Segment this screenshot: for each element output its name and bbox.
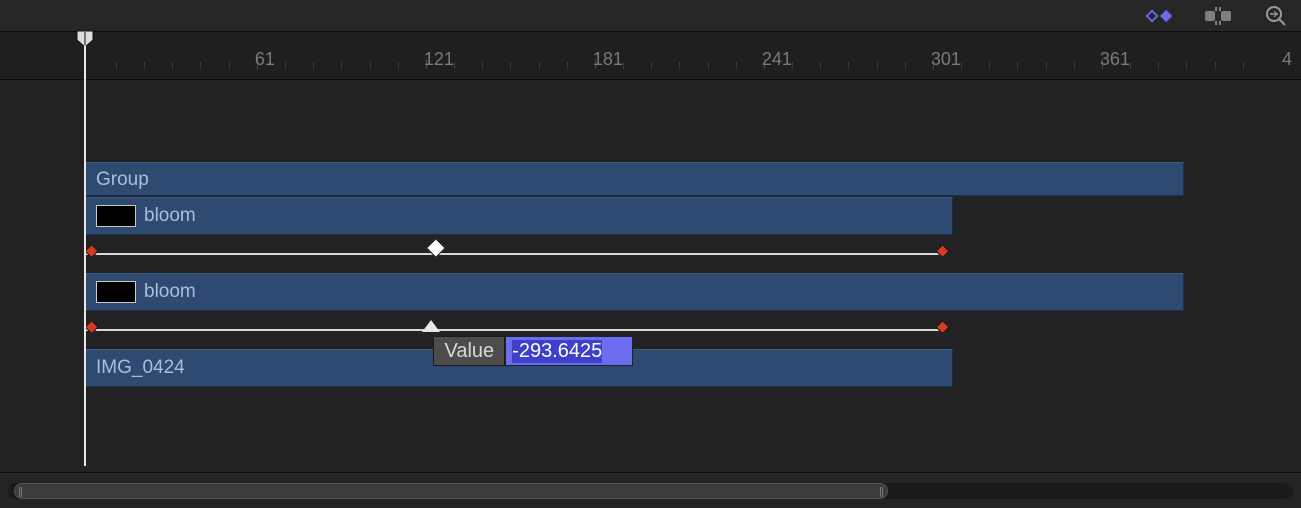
ruler-tick-minor	[341, 62, 342, 69]
ruler-tick-minor	[370, 62, 371, 69]
scrollbar-handle-left[interactable]	[19, 487, 22, 497]
clip-thumbnail	[96, 205, 136, 227]
ruler-tick-minor	[877, 62, 878, 69]
zoom-icon[interactable]	[1261, 4, 1291, 28]
ruler-label: 121	[424, 49, 454, 70]
keyframe-edge[interactable]	[935, 244, 949, 258]
ruler-label: 241	[762, 49, 792, 70]
ruler-tick-minor	[144, 62, 145, 69]
ruler-label: 181	[593, 49, 623, 70]
ruler-tick-minor	[313, 62, 314, 69]
ruler-tick-minor	[736, 62, 737, 69]
ruler-tick-minor	[172, 62, 173, 69]
keyframe-line	[85, 329, 939, 331]
ruler-label: 61	[255, 49, 275, 70]
keyframe-edge[interactable]	[84, 320, 98, 334]
ruler-tick-minor	[623, 62, 624, 69]
ruler-tick-minor	[229, 62, 230, 69]
playhead-marker[interactable]	[76, 30, 94, 48]
ruler-label: 4	[1282, 49, 1292, 70]
clip-label: bloom	[144, 205, 196, 227]
ruler-tick-minor	[454, 62, 455, 69]
scrollbar-handle-right[interactable]	[880, 487, 883, 497]
snapping-icon[interactable]	[1203, 4, 1233, 28]
keyframe-value-input[interactable]	[505, 336, 633, 366]
clip-label: IMG_0424	[96, 357, 185, 379]
timeline-tracks[interactable]: Group bloom bloom IMG_0424 Value	[0, 80, 1301, 472]
ruler-tick-minor	[1130, 62, 1131, 69]
ruler-tick-minor	[510, 62, 511, 69]
ruler-tick-minor	[820, 62, 821, 69]
ruler-tick-minor	[848, 62, 849, 69]
keyframe-nav-icon[interactable]	[1145, 4, 1175, 28]
keyframe-edge[interactable]	[935, 320, 949, 334]
keyframe-line	[85, 253, 939, 255]
ruler-tick-minor	[1046, 62, 1047, 69]
ruler-tick-minor	[1074, 62, 1075, 69]
ruler-tick-minor	[1186, 62, 1187, 69]
scrollbar-track[interactable]	[8, 483, 1293, 499]
ruler-tick-minor	[1017, 62, 1018, 69]
ruler-tick-minor	[539, 62, 540, 69]
ruler-tick-minor	[116, 62, 117, 69]
ruler-tick-minor	[989, 62, 990, 69]
ruler-tick-minor	[200, 62, 201, 69]
ruler-tick-minor	[1158, 62, 1159, 69]
ruler-tick-minor	[792, 62, 793, 69]
ruler-tick-minor	[651, 62, 652, 69]
keyframe-edge[interactable]	[84, 244, 98, 258]
ruler-tick-minor	[905, 62, 906, 69]
scrollbar-thumb[interactable]	[14, 483, 888, 499]
ruler-tick-minor	[567, 62, 568, 69]
clip-thumbnail	[96, 281, 136, 303]
timeline-ruler[interactable]: 61 121 181 241 301 361 4	[0, 32, 1301, 80]
ruler-tick-minor	[398, 62, 399, 69]
value-label: Value	[433, 336, 505, 366]
ruler-tick-minor	[708, 62, 709, 69]
group-clip[interactable]: Group	[85, 162, 1184, 196]
ruler-tick-minor	[1215, 62, 1216, 69]
horizontal-scrollbar[interactable]	[0, 472, 1301, 508]
group-label: Group	[96, 169, 149, 191]
ruler-tick-minor	[679, 62, 680, 69]
layer-clip[interactable]: bloom	[85, 273, 1184, 311]
keyframe-value-popup: Value	[433, 336, 633, 366]
layer-clip[interactable]: bloom	[85, 197, 953, 235]
ruler-tick-minor	[482, 62, 483, 69]
clip-label: bloom	[144, 281, 196, 303]
ruler-label: 301	[931, 49, 961, 70]
timeline-toolbar	[0, 0, 1301, 32]
ruler-tick-minor	[961, 62, 962, 69]
ruler-tick-minor	[285, 62, 286, 69]
ruler-label: 361	[1100, 49, 1130, 70]
ruler-tick-minor	[1243, 62, 1244, 69]
